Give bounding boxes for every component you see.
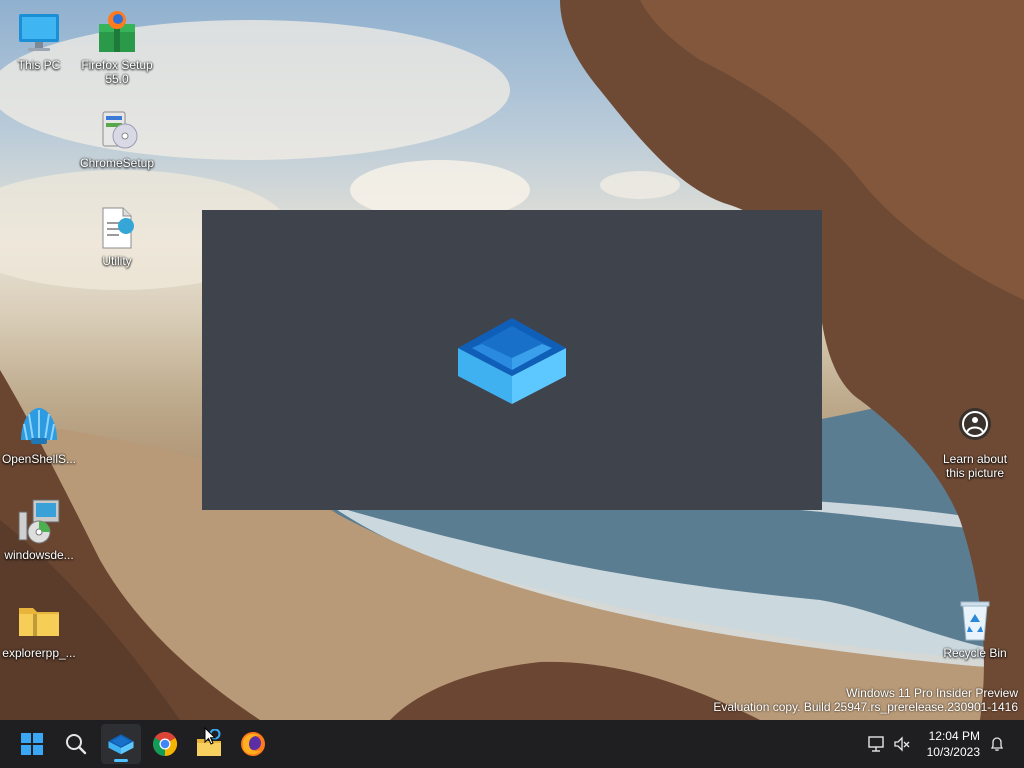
search-icon: [66, 734, 87, 755]
desktop-icon-this-pc[interactable]: This PC: [1, 8, 77, 72]
app-splash-window[interactable]: [202, 210, 822, 510]
taskbar: 12:04 PM 10/3/2023: [0, 720, 1024, 768]
monitor-icon: [15, 8, 63, 56]
volume-muted-icon: [894, 736, 910, 752]
desktop-icon-explorerpp[interactable]: explorerpp_...: [1, 596, 77, 660]
app-box-logo-icon: [108, 734, 134, 755]
recycle-bin-icon: [951, 596, 999, 644]
taskbar-app-chrome[interactable]: [145, 724, 185, 764]
desktop-icon-label: Recycle Bin: [943, 646, 1007, 660]
desktop-icon-label: OpenShellS...: [1, 452, 77, 466]
desktop-icon-chromesetup[interactable]: ChromeSetup: [79, 106, 155, 170]
network-ethernet-icon: [868, 736, 884, 752]
installer-box-icon: [93, 8, 141, 56]
shell-icon: [15, 402, 63, 450]
desktop-icon-openshell[interactable]: OpenShellS...: [1, 402, 77, 466]
tray-notifications[interactable]: [986, 720, 1008, 768]
taskbar-app-firefox[interactable]: [233, 724, 273, 764]
desktop-icon-label: Utility: [102, 254, 132, 268]
search-button[interactable]: [56, 724, 96, 764]
desktop-icon-learn-about-picture[interactable]: Learn about this picture: [937, 402, 1013, 480]
watermark-line-build: Evaluation copy. Build 25947.rs_prerelea…: [713, 700, 1018, 714]
desktop-icon-utility[interactable]: Utility: [79, 204, 155, 268]
clock-date: 10/3/2023: [926, 745, 980, 759]
watermark-line-edition: Windows 11 Pro Insider Preview: [846, 686, 1018, 700]
desktop-icon-label: ChromeSetup: [79, 156, 155, 170]
camera-info-icon: [951, 402, 999, 450]
desktop-icon-firefox-setup[interactable]: Firefox Setup 55.0: [79, 8, 155, 86]
mouse-cursor-icon: [204, 727, 216, 745]
desktop-icon-windowsdesktop[interactable]: windowsde...: [1, 498, 77, 562]
bell-icon: [990, 737, 1004, 751]
firefox-icon: [241, 732, 265, 756]
desktop-icon-label: windowsde...: [4, 548, 74, 562]
desktop-icon-label: Learn about this picture: [942, 452, 1008, 480]
build-watermark: Windows 11 Pro Insider Preview Evaluatio…: [713, 686, 1018, 714]
taskbar-clock[interactable]: 12:04 PM 10/3/2023: [927, 728, 980, 760]
zip-folder-icon: [15, 596, 63, 644]
desktop-icon-recycle-bin[interactable]: Recycle Bin: [937, 596, 1013, 660]
clock-time: 12:04 PM: [928, 729, 980, 743]
start-button[interactable]: [12, 724, 52, 764]
desktop-icon-label: This PC: [17, 58, 61, 72]
windows-logo-icon: [21, 733, 43, 755]
computer-disc-icon: [15, 498, 63, 546]
app-box-logo-icon: [456, 314, 568, 411]
chrome-icon: [153, 732, 178, 756]
tray-network[interactable]: [864, 720, 888, 768]
tray-volume[interactable]: [890, 720, 914, 768]
setup-disc-icon: [93, 106, 141, 154]
document-icon: [93, 204, 141, 252]
desktop-icon-label: Firefox Setup 55.0: [81, 58, 153, 86]
taskbar-app-dev-home[interactable]: [101, 724, 141, 764]
desktop-icon-label: explorerpp_...: [2, 646, 76, 660]
